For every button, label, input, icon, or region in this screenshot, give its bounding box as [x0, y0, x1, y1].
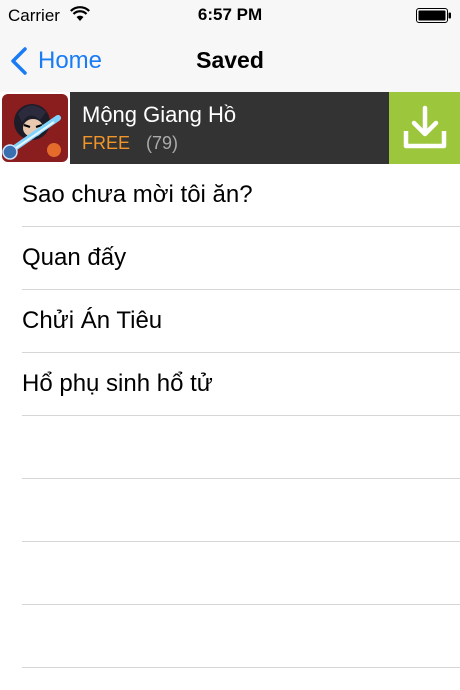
empty-list-row — [0, 542, 460, 605]
saved-list: Sao chưa mời tôi ăn? Quan đấy Chửi Án Ti… — [0, 164, 460, 668]
list-item[interactable]: Quan đấy — [0, 227, 460, 290]
empty-list-row — [0, 605, 460, 668]
app-art-icon — [0, 92, 70, 164]
empty-list-row — [0, 479, 460, 542]
ad-rating-count: (79) — [146, 133, 179, 153]
download-icon — [403, 105, 447, 149]
download-button[interactable] — [389, 92, 460, 164]
list-item-label: Hổ phụ sinh hổ tử — [22, 370, 213, 397]
ad-banner[interactable]: Mộng Giang Hồ FREE (79) — [0, 92, 460, 164]
list-item[interactable]: Sao chưa mời tôi ăn? — [0, 164, 460, 227]
empty-list-row — [0, 416, 460, 479]
list-item-label: Chửi Án Tiêu — [22, 307, 163, 334]
status-bar: Carrier 6:57 PM — [0, 0, 460, 30]
navigation-bar: Home Saved — [0, 30, 460, 92]
list-item[interactable]: Hổ phụ sinh hổ tử — [0, 353, 460, 416]
battery-icon — [416, 8, 451, 23]
ad-app-title: Mộng Giang Hồ — [82, 102, 237, 127]
status-time: 6:57 PM — [197, 5, 263, 24]
list-item-label: Sao chưa mời tôi ăn? — [22, 181, 253, 208]
ad-price: FREE — [82, 133, 131, 153]
page-title: Saved — [196, 47, 264, 73]
list-item-label: Quan đấy — [22, 244, 127, 271]
list-item[interactable]: Chửi Án Tiêu — [0, 290, 460, 353]
